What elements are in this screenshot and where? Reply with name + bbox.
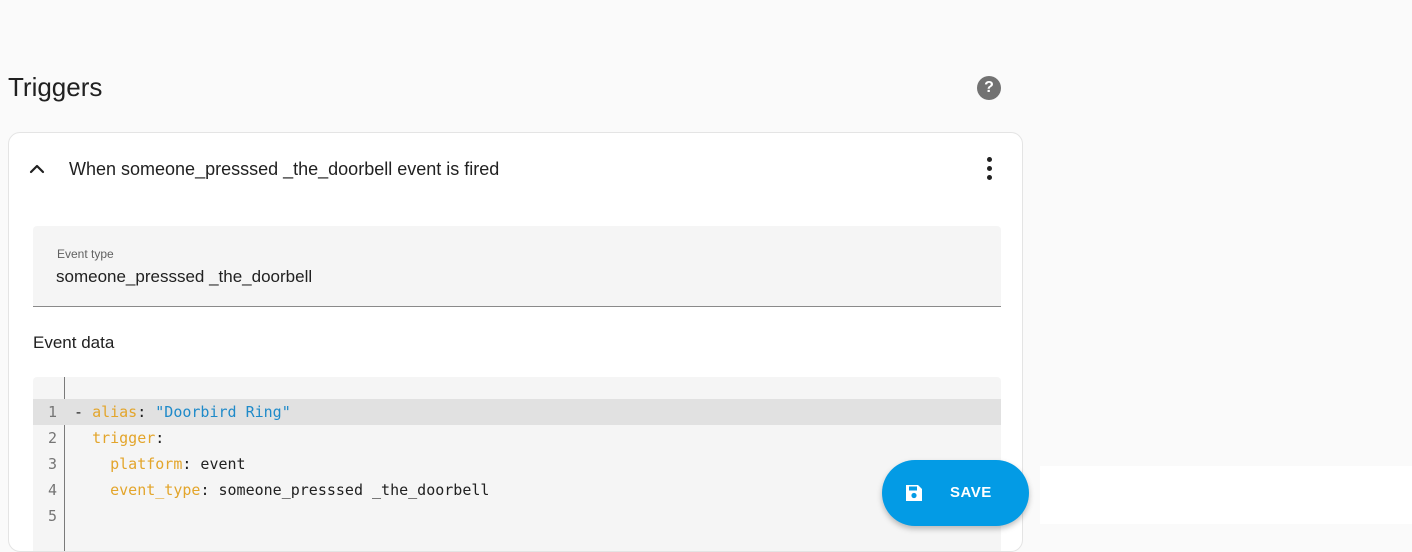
yaml-string: "Doorbird Ring" — [155, 403, 291, 421]
yaml-text — [74, 455, 110, 473]
yaml-key: event_type — [110, 481, 201, 499]
line-number: 2 — [47, 429, 57, 447]
yaml-key: alias — [92, 403, 138, 421]
yaml-key: trigger — [92, 429, 156, 447]
yaml-text: : — [137, 403, 156, 421]
event-type-field[interactable]: Event type someone_presssed _the_doorbel… — [33, 226, 1001, 307]
line-number: 4 — [47, 481, 57, 499]
help-icon[interactable]: ? — [977, 76, 1001, 100]
yaml-text: : event — [182, 455, 246, 473]
trigger-card-title: When someone_presssed _the_doorbell even… — [69, 159, 500, 179]
line-number: 1 — [47, 403, 57, 421]
trigger-card-header[interactable]: When someone_presssed _the_doorbell even… — [9, 133, 1022, 205]
event-type-input[interactable]: someone_presssed _the_doorbell — [56, 267, 312, 287]
code-line[interactable]: 3 platform: event — [33, 451, 1001, 477]
background-strip — [1040, 466, 1412, 524]
code-line[interactable]: 4 event_type: someone_presssed _the_door… — [33, 477, 1001, 503]
chevron-up-icon[interactable] — [27, 159, 47, 179]
code-line[interactable]: 5 — [33, 503, 1001, 529]
event-type-label: Event type — [57, 247, 114, 261]
yaml-text: - — [74, 403, 93, 421]
code-text: platform: event — [74, 451, 246, 477]
line-number: 5 — [47, 507, 57, 525]
yaml-text — [74, 481, 110, 499]
line-number: 3 — [47, 455, 57, 473]
save-button[interactable]: SAVE — [882, 460, 1029, 526]
yaml-code-editor[interactable]: 1- alias: "Doorbird Ring" 2 trigger: 3 pla… — [33, 377, 1001, 551]
code-line[interactable]: 2 trigger: — [33, 425, 1001, 451]
code-text: - alias: "Doorbird Ring" — [74, 399, 291, 425]
trigger-card: When someone_presssed _the_doorbell even… — [8, 132, 1023, 552]
save-button-label: SAVE — [950, 484, 992, 501]
event-data-label: Event data — [33, 333, 115, 352]
yaml-text: : someone_presssed _the_doorbell — [200, 481, 490, 499]
content-save-icon — [906, 485, 922, 501]
code-line[interactable]: 1- alias: "Doorbird Ring" — [33, 399, 1001, 425]
section-title: Triggers — [8, 72, 103, 102]
yaml-text: : — [155, 429, 165, 447]
code-text: trigger: — [74, 425, 164, 451]
yaml-key: platform — [110, 455, 183, 473]
code-text: event_type: someone_presssed _the_doorbe… — [74, 477, 489, 503]
yaml-text — [74, 429, 92, 447]
dots-vertical-icon[interactable] — [975, 155, 1003, 183]
